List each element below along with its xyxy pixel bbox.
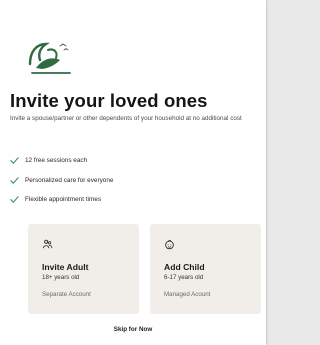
option-account-type: Managed Acount [164,291,211,298]
skip-button[interactable]: Skip for Now [0,326,266,333]
option-title: Add Child [164,262,205,272]
add-child-option[interactable]: Add Child 6-17 years old Managed Acount [150,224,261,314]
invite-card: Invite your loved ones Invite a spouse/p… [0,0,266,345]
benefit-item: Flexible appointment times [10,190,113,210]
child-icon [165,240,174,250]
option-age: 6-17 years old [164,273,204,281]
check-icon [10,157,19,164]
benefits-list: 12 free sessions each Personalized care … [10,151,113,210]
option-age: 18+ years old [42,273,80,281]
benefit-label: 12 free sessions each [25,157,88,165]
bird-logo-icon [28,42,71,74]
benefit-item: 12 free sessions each [10,151,113,171]
invite-adult-option[interactable]: Invite Adult 18+ years old Separate Acco… [28,224,139,314]
benefit-label: Personalized care for everyone [25,176,114,184]
benefit-item: Personalized care for everyone [10,171,113,191]
option-title: Invite Adult [42,262,89,272]
check-icon [10,196,19,203]
page-title: Invite your loved ones [10,90,208,111]
adult-icon [42,239,53,249]
benefit-label: Flexible appointment times [25,196,102,204]
check-icon [10,177,19,184]
page-subtitle: Invite a spouse/partner or other depende… [10,115,242,122]
option-account-type: Separate Account [42,291,91,298]
